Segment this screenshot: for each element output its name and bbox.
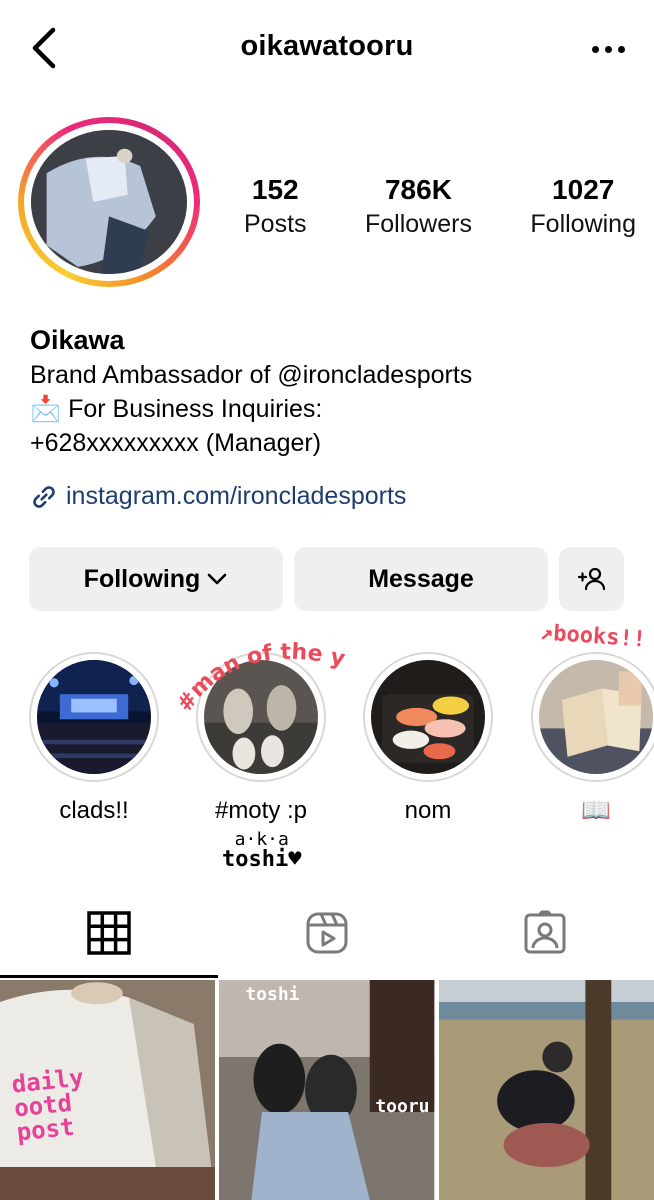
highlight-ring	[531, 652, 654, 782]
more-options-button[interactable]	[584, 34, 632, 64]
profile-tabs	[0, 888, 654, 978]
toshi-post-sticker: toshi	[245, 984, 300, 1005]
bio-line-1: Brand Ambassador of @ironcladesports	[30, 358, 630, 392]
bio-website-text: instagram.com/ironcladesports	[66, 482, 407, 510]
posts-grid: daily ootd post toshi tooru	[0, 980, 654, 1200]
following-label: Following	[530, 210, 636, 238]
highlight-clads[interactable]: clads!!	[29, 652, 159, 826]
bio-line-2: 📩 For Business Inquiries:	[30, 395, 323, 423]
message-button[interactable]: Message	[294, 547, 548, 611]
highlight-cover	[37, 660, 151, 774]
more-dot	[604, 45, 612, 53]
daily-ootd-sticker: daily ootd post	[10, 1063, 86, 1147]
highlight-label: 📖	[581, 797, 611, 824]
post-tile[interactable]: toshi tooru	[219, 980, 435, 1200]
tab-reels[interactable]	[218, 888, 436, 978]
following-button[interactable]: Following	[29, 547, 283, 611]
sushi-photo	[371, 660, 485, 774]
bio-line-3: +628xxxxxxxxx (Manager)	[30, 429, 322, 457]
reels-icon	[306, 912, 348, 954]
story-ring[interactable]	[18, 117, 200, 287]
highlight-label: nom	[404, 797, 452, 824]
link-icon	[33, 485, 55, 508]
post-photo-park	[438, 980, 654, 1200]
tagged-icon	[524, 910, 566, 954]
highlight-nom[interactable]: nom	[363, 652, 493, 826]
more-horizontal-icon	[591, 45, 599, 53]
profile-actions: Following Message	[29, 547, 624, 611]
chevron-down-icon	[208, 573, 227, 585]
bio-line-1-text: Brand Ambassador of @ironcladesports	[30, 361, 473, 389]
highlight-label: clads!!	[59, 797, 129, 824]
toshi-text: toshi♥	[222, 847, 302, 872]
svg-text:#man of the year: #man of the year	[166, 615, 355, 720]
grid-icon	[87, 911, 131, 955]
man-of-the-year-text: #man of the year	[155, 597, 354, 721]
tooru-post-sticker: tooru	[375, 1096, 430, 1117]
posts-stat[interactable]: 152 Posts	[244, 172, 307, 240]
post-tile[interactable]	[438, 980, 654, 1200]
book-photo	[539, 660, 653, 774]
following-button-label: Following	[83, 564, 201, 593]
following-count: 1027	[552, 174, 615, 205]
highlight-ring	[363, 652, 493, 782]
followers-label: Followers	[364, 210, 472, 238]
posts-count: 152	[251, 174, 299, 205]
highlight-label: #moty :p	[214, 797, 308, 824]
post-tile[interactable]: daily ootd post	[0, 980, 216, 1200]
highlight-books[interactable]: 📖	[531, 652, 654, 826]
followers-stat[interactable]: 786K Followers	[365, 172, 472, 240]
followers-count: 786K	[384, 174, 452, 205]
following-stat[interactable]: 1027 Following	[530, 172, 636, 240]
profile-username: oikawatooru	[240, 30, 414, 62]
posts-label: Posts	[244, 210, 307, 238]
highlight-cover	[371, 660, 485, 774]
avatar-photo	[31, 130, 187, 274]
aka-toshi-sticker: a·k·a toshi♥	[222, 830, 302, 872]
display-name: Oikawa	[30, 325, 125, 355]
tab-tagged[interactable]	[436, 888, 654, 978]
add-user-icon	[577, 567, 605, 591]
suggested-users-button[interactable]	[559, 547, 624, 611]
bio-website-link[interactable]: instagram.com/ironcladesports	[30, 482, 406, 511]
profile-bio: Oikawa Brand Ambassador of @ironcladespo…	[30, 322, 630, 460]
profile-avatar[interactable]	[31, 130, 187, 274]
books-sticker: ↗books!!	[539, 620, 647, 653]
profile-stats: 152 Posts 786K Followers 1027 Following	[244, 172, 636, 240]
arena-photo	[37, 660, 151, 774]
tab-posts-grid[interactable]	[0, 888, 218, 978]
post-photo-sneakers	[219, 980, 435, 1200]
more-dot	[617, 45, 625, 53]
message-button-label: Message	[368, 564, 474, 593]
top-bar: oikawatooru	[0, 0, 654, 100]
highlight-cover	[539, 660, 653, 774]
highlight-ring	[29, 652, 159, 782]
